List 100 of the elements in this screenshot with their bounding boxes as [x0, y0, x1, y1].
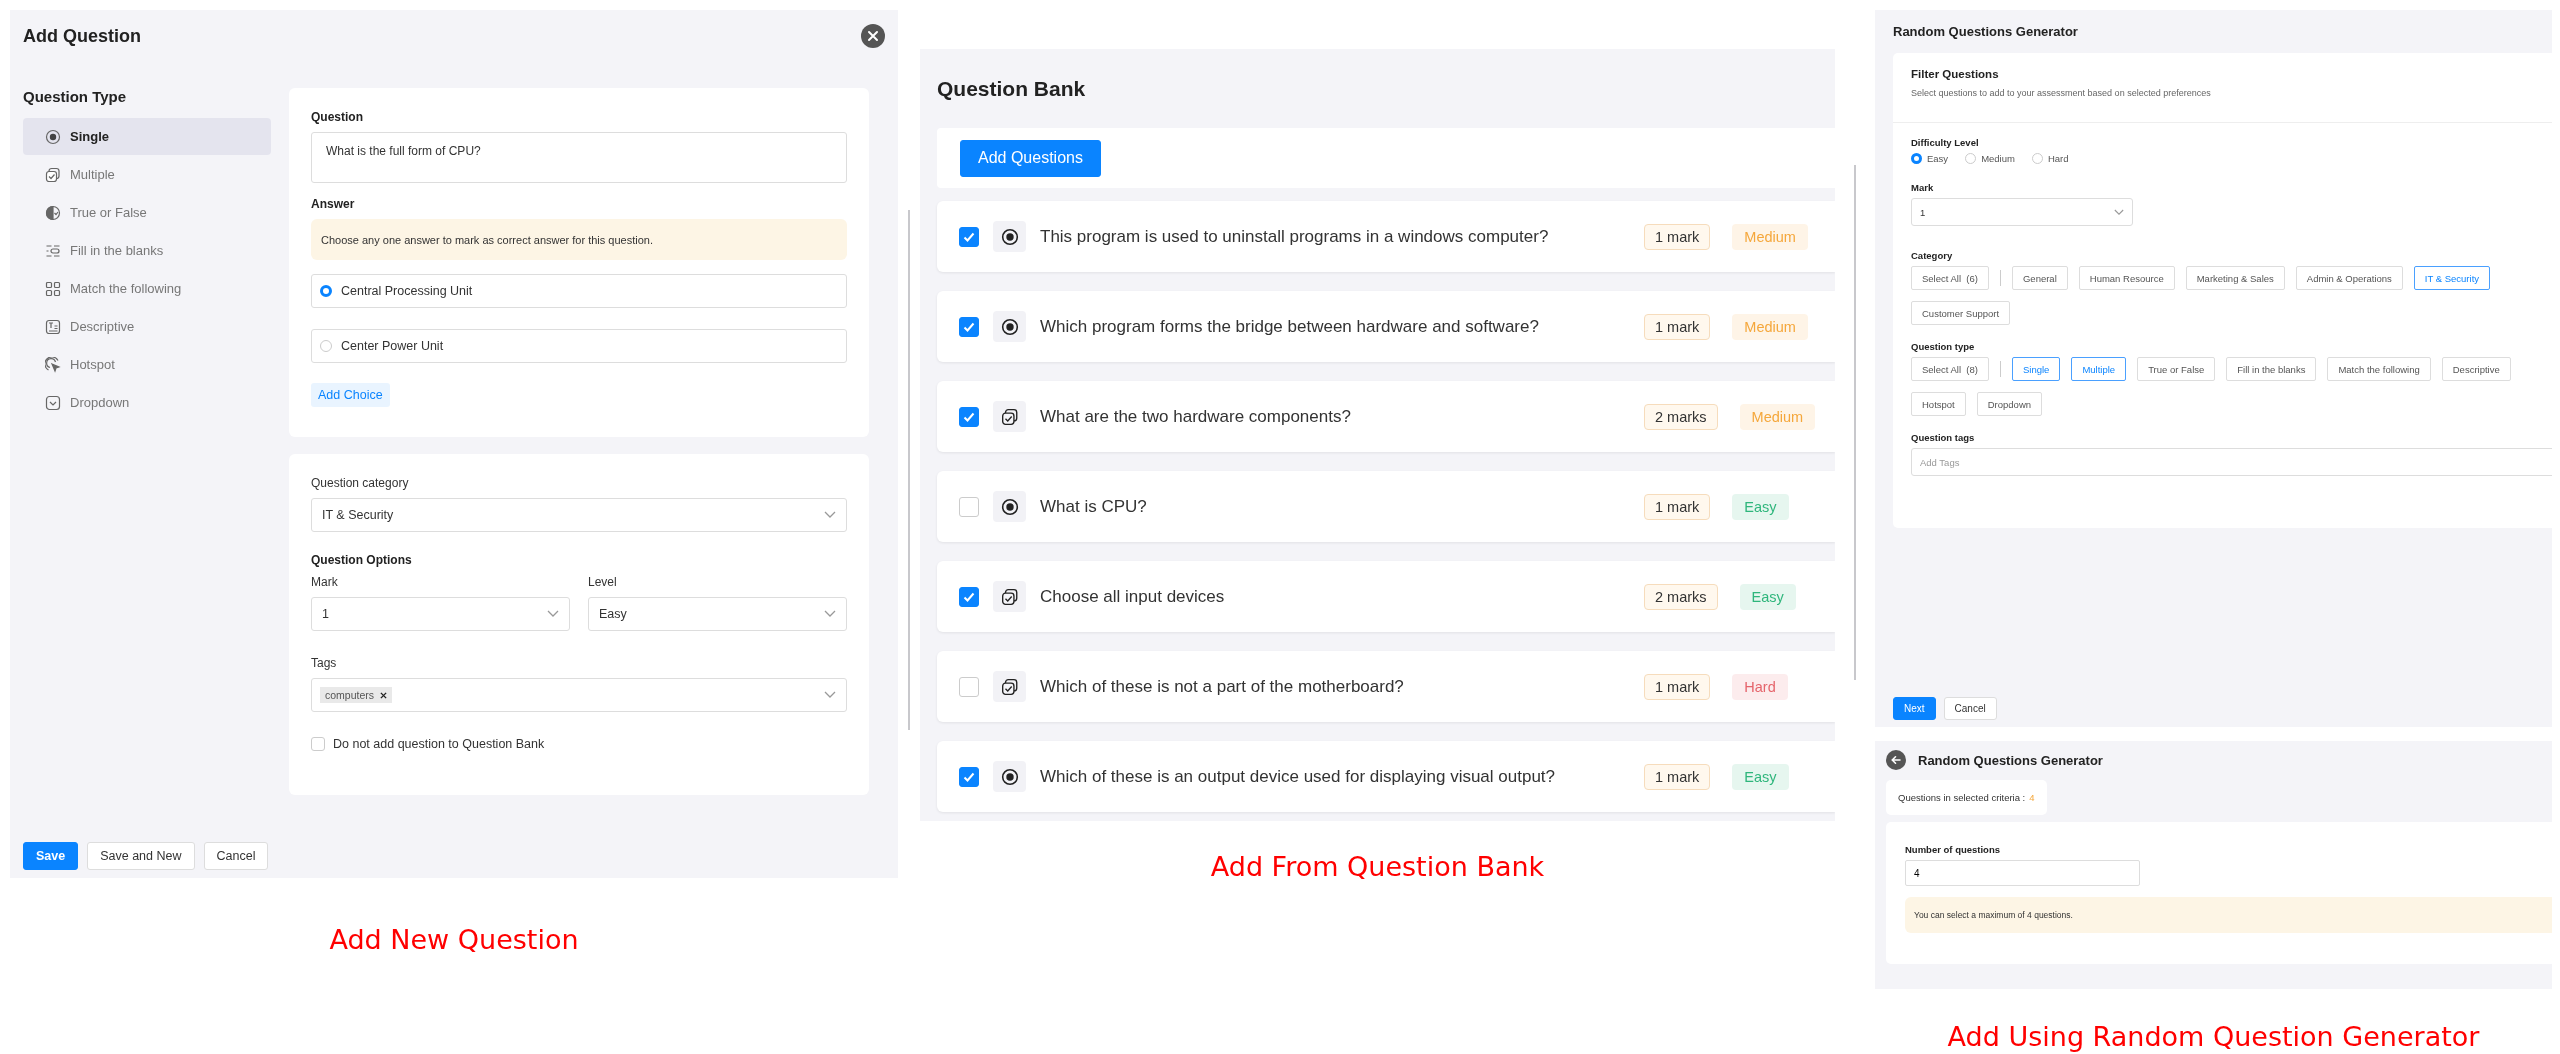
question-row[interactable]: What is CPU? 1 mark Easy — [937, 471, 1835, 542]
question-row[interactable]: This program is used to uninstall programs in a windows computer? 1 mark Medium — [937, 201, 1835, 272]
criteria-label: Questions in selected criteria : — [1898, 792, 2026, 803]
question-type-label: Descriptive — [70, 319, 135, 334]
level-select[interactable]: Easy — [588, 597, 847, 631]
question-type-item[interactable]: Hotspot — [23, 346, 271, 383]
caption: Add New Question — [329, 924, 579, 955]
category-chip[interactable]: Marketing & Sales — [2185, 266, 2285, 290]
question-field[interactable]: What is the full form of CPU? — [311, 132, 847, 183]
field-label: Difficulty Level — [1911, 137, 1980, 148]
difficulty-option[interactable]: Easy — [1911, 153, 1949, 164]
dialog-button[interactable]: Save and New — [87, 842, 195, 870]
question-type-chip[interactable]: True or False — [2137, 357, 2216, 381]
question-type-item[interactable]: Descriptive — [23, 308, 271, 345]
question-text: Which of these is not a part of the motherboard? — [1040, 676, 1405, 697]
select-all-chip[interactable]: Select All (8) — [1911, 357, 1989, 381]
tag-chip: computers — [320, 687, 393, 703]
checkbox[interactable] — [311, 737, 325, 751]
level-tag: Easy — [1739, 583, 1796, 610]
question-row[interactable]: Which of these is an output device used for displaying visual output? 1 mark Easy — [937, 741, 1835, 812]
question-type-item[interactable]: Fill in the blanks — [23, 232, 271, 269]
difficulty-option[interactable]: Hard — [2031, 153, 2069, 164]
category-chip[interactable]: IT & Security — [2413, 266, 2490, 290]
category-chip[interactable]: Customer Support — [1911, 301, 2011, 325]
level-tag: Medium — [1732, 313, 1808, 340]
dialog-button[interactable]: Cancel — [203, 842, 269, 870]
question-row[interactable]: Choose all input devices 2 marks Easy — [937, 561, 1835, 632]
dialog-button[interactable]: Save — [23, 842, 79, 870]
question-type-item[interactable]: Multiple — [23, 156, 271, 193]
question-type-label: True or False — [70, 205, 147, 220]
hint-banner: Choose any one answer to mark as correct answer for this question. — [311, 219, 847, 260]
question-type-item[interactable]: Match the following — [23, 270, 271, 307]
category-select[interactable]: IT & Security — [311, 498, 847, 532]
answer-choice[interactable]: Central Processing Unit — [311, 274, 847, 308]
radio-icon — [993, 761, 1026, 792]
question-row[interactable]: What are the two hardware components? 2 marks Medium — [937, 381, 1835, 452]
question-row[interactable]: Which program forms the bridge between hardware and software? 1 mark Medium — [937, 291, 1835, 362]
choice-text: Center Power Unit — [341, 339, 444, 353]
question-row[interactable]: Which of these is not a part of the motherboard? 1 mark Hard — [937, 651, 1835, 722]
mark-select[interactable]: 1 — [311, 597, 570, 631]
field-label: Number of questions — [1905, 844, 2001, 855]
category-chip[interactable]: General — [2011, 266, 2068, 290]
level-tag: Medium — [1732, 223, 1808, 250]
scroll-bar[interactable] — [908, 210, 910, 730]
question-type-chip[interactable]: Dropdown — [1976, 392, 2043, 416]
checkbox[interactable] — [959, 316, 979, 337]
back-icon[interactable] — [1886, 750, 1906, 770]
mark-select[interactable]: 1 — [1911, 198, 2133, 226]
option-label: Medium — [1981, 153, 2015, 164]
checkbox[interactable] — [959, 406, 979, 427]
difficulty-option[interactable]: Medium — [1965, 153, 2015, 164]
checklist-icon — [45, 166, 61, 183]
checkbox-label: Do not add question to Question Bank — [333, 737, 545, 751]
chevron-icon — [824, 610, 836, 618]
level-tag: Medium — [1739, 403, 1816, 430]
tags-field[interactable]: Add Tags — [1911, 448, 2552, 476]
form-button[interactable]: Cancel — [1943, 697, 1997, 720]
question-type-item[interactable]: Single — [23, 118, 271, 155]
question-type-chip[interactable]: Multiple — [2071, 357, 2127, 381]
radio-button[interactable] — [2031, 153, 2043, 164]
radio-button[interactable] — [320, 340, 332, 352]
question-type-chip[interactable]: Single — [2011, 357, 2061, 381]
question-type-label: Fill in the blanks — [70, 243, 164, 258]
section-heading: Question Options — [311, 553, 413, 567]
question-type-chip[interactable]: Match the following — [2327, 357, 2431, 381]
scroll-bar[interactable] — [1854, 165, 1856, 680]
tags-field[interactable]: computers — [311, 678, 847, 712]
checkbox[interactable] — [959, 766, 979, 787]
chevron-icon — [824, 691, 836, 699]
chevron-icon — [2114, 208, 2124, 216]
select-all-chip[interactable]: Select All (6) — [1911, 266, 1989, 290]
radio-button[interactable] — [1911, 153, 1922, 164]
mark-tag: 2 marks — [1644, 583, 1718, 610]
number-field[interactable]: 4 — [1905, 860, 2140, 886]
remove-icon[interactable] — [380, 691, 388, 699]
checkbox[interactable] — [959, 676, 979, 697]
question-type-item[interactable]: True or False — [23, 194, 271, 231]
question-type-item[interactable]: Dropdown — [23, 384, 271, 421]
text-lines-icon — [45, 318, 61, 335]
form-button[interactable]: Next — [1893, 697, 1936, 720]
close-icon[interactable] — [861, 24, 885, 48]
radio-icon — [993, 491, 1026, 522]
checkbox[interactable] — [959, 586, 979, 607]
mark-tag: 1 mark — [1644, 313, 1711, 340]
field-label: Level — [588, 575, 618, 589]
chevron-icon — [547, 610, 559, 618]
radio-button[interactable] — [1965, 153, 1977, 164]
option-label: Hard — [2047, 153, 2069, 164]
question-type-chip[interactable]: Fill in the blanks — [2226, 357, 2317, 381]
answer-choice[interactable]: Center Power Unit — [311, 329, 847, 363]
category-chip[interactable]: Human Resource — [2078, 266, 2175, 290]
question-type-chip[interactable]: Descriptive — [2441, 357, 2511, 381]
add-questions-button[interactable]: Add Questions — [960, 139, 1101, 177]
question-text: Which program forms the bridge between hardware and software? — [1040, 316, 1540, 337]
checkbox[interactable] — [959, 226, 979, 247]
checkbox[interactable] — [959, 496, 979, 517]
radio-button[interactable] — [320, 285, 332, 297]
checklist-icon — [993, 581, 1026, 612]
category-chip[interactable]: Admin & Operations — [2295, 266, 2403, 290]
question-type-chip[interactable]: Hotspot — [1911, 392, 1966, 416]
